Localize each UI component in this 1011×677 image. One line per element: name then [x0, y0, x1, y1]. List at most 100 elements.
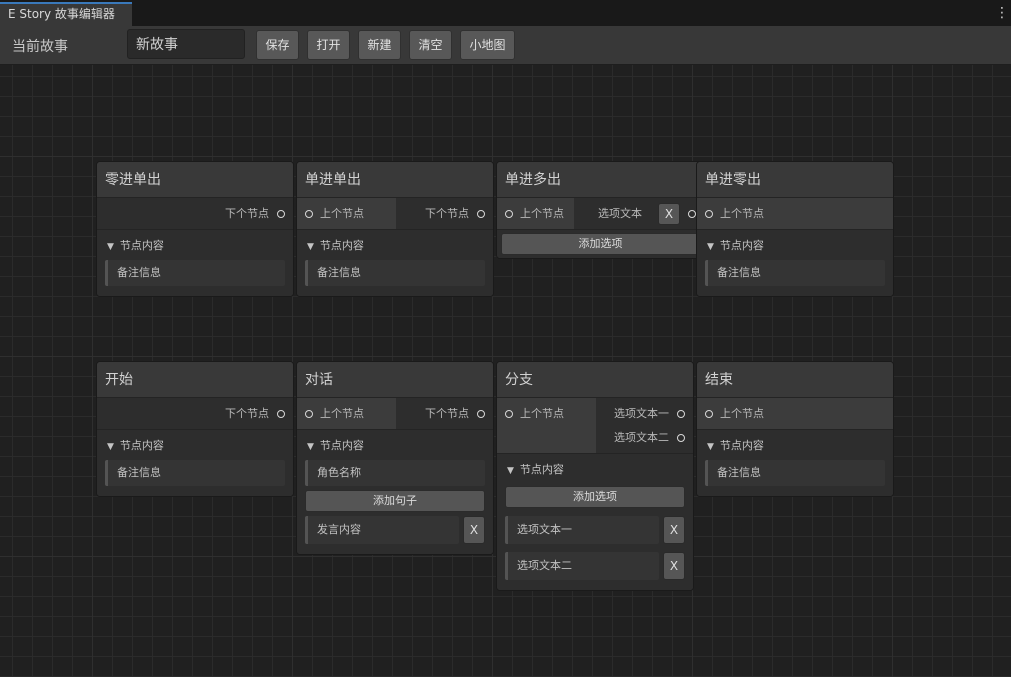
content-foldout[interactable]: ▼ 节点内容: [705, 234, 885, 258]
speech-field[interactable]: 发言内容: [305, 516, 459, 544]
node-ports: 上个节点 下个节点: [297, 198, 493, 230]
note-field[interactable]: 备注信息: [705, 460, 885, 486]
port-label: 上个节点: [320, 407, 364, 420]
triangle-down-icon: ▼: [307, 442, 314, 452]
port-circle-icon[interactable]: [305, 210, 313, 218]
port-circle-icon[interactable]: [705, 410, 713, 418]
content-foldout[interactable]: ▼ 节点内容: [705, 434, 885, 458]
node-ports: 上个节点 选项文本一 选项文本二: [497, 398, 693, 454]
port-circle-icon[interactable]: [477, 410, 485, 418]
tab-story-editor[interactable]: E Story 故事编辑器: [0, 2, 132, 26]
input-port[interactable]: 上个节点: [305, 202, 364, 226]
node-body: ▼ 节点内容 角色名称 添加句子 发言内容 X: [297, 430, 493, 554]
remove-option-button[interactable]: X: [658, 203, 680, 225]
input-port[interactable]: 上个节点: [505, 202, 564, 226]
new-button[interactable]: 新建: [358, 30, 401, 60]
port-circle-icon[interactable]: [677, 434, 685, 442]
node-ports: 上个节点: [697, 198, 893, 230]
port-circle-icon[interactable]: [277, 210, 285, 218]
node-dialogue[interactable]: 对话 上个节点 下个节点 ▼ 节点内容 角色名称 添加句子 发言内容 X: [296, 361, 494, 555]
node-single-in-single-out[interactable]: 单进单出 上个节点 下个节点 ▼ 节点内容 备注信息: [296, 161, 494, 297]
node-start[interactable]: 开始 下个节点 ▼ 节点内容 备注信息: [96, 361, 294, 497]
toolbar: 当前故事 保存 打开 新建 清空 小地图: [0, 26, 1011, 65]
minimap-button[interactable]: 小地图: [460, 30, 515, 60]
node-title: 单进单出: [297, 162, 493, 198]
node-title: 单进多出: [497, 162, 704, 198]
remove-option2-button[interactable]: X: [663, 552, 685, 580]
content-foldout[interactable]: ▼ 节点内容: [105, 434, 285, 458]
role-name-field[interactable]: 角色名称: [305, 460, 485, 486]
option2-field[interactable]: 选项文本二: [505, 552, 659, 580]
node-body: ▼ 节点内容 备注信息: [97, 230, 293, 296]
port-label: 选项文本一: [614, 407, 669, 420]
foldout-label: 节点内容: [319, 239, 364, 252]
node-branch[interactable]: 分支 上个节点 选项文本一 选项文本二 ▼ 节点内容 添加选项 选项文本一 X: [496, 361, 694, 591]
option-output-port[interactable]: 选项文本 X: [598, 202, 696, 226]
node-body: ▼ 节点内容 备注信息: [697, 430, 893, 496]
node-single-in-multi-out[interactable]: 单进多出 上个节点 选项文本 X 添加选项: [496, 161, 705, 259]
node-single-in-zero-out[interactable]: 单进零出 上个节点 ▼ 节点内容 备注信息: [696, 161, 894, 297]
remove-option1-button[interactable]: X: [663, 516, 685, 544]
triangle-down-icon: ▼: [507, 466, 514, 476]
triangle-down-icon: ▼: [307, 242, 314, 252]
port-label: 下个节点: [225, 407, 269, 420]
content-foldout[interactable]: ▼ 节点内容: [505, 458, 685, 482]
output-port-container: 下个节点: [97, 198, 293, 229]
foldout-label: 节点内容: [719, 239, 764, 252]
input-port[interactable]: 上个节点: [705, 202, 764, 226]
port-circle-icon[interactable]: [688, 210, 696, 218]
foldout-label: 节点内容: [119, 239, 164, 252]
story-name-input[interactable]: [127, 29, 245, 59]
output-port[interactable]: 下个节点: [425, 202, 485, 226]
port-label: 选项文本二: [614, 431, 669, 444]
clear-button[interactable]: 清空: [409, 30, 452, 60]
content-foldout[interactable]: ▼ 节点内容: [105, 234, 285, 258]
option2-output-port[interactable]: 选项文本二: [614, 426, 685, 450]
input-port[interactable]: 上个节点: [505, 402, 564, 426]
open-button[interactable]: 打开: [307, 30, 350, 60]
note-field[interactable]: 备注信息: [105, 260, 285, 286]
kebab-menu-icon[interactable]: ⋮: [995, 4, 1009, 22]
save-button[interactable]: 保存: [256, 30, 299, 60]
node-ports: 下个节点: [97, 398, 293, 430]
content-foldout[interactable]: ▼ 节点内容: [305, 434, 485, 458]
note-field[interactable]: 备注信息: [705, 260, 885, 286]
note-field[interactable]: 备注信息: [105, 460, 285, 486]
node-end[interactable]: 结束 上个节点 ▼ 节点内容 备注信息: [696, 361, 894, 497]
port-circle-icon[interactable]: [305, 410, 313, 418]
node-zero-in-single-out[interactable]: 零进单出 下个节点 ▼ 节点内容 备注信息: [96, 161, 294, 297]
remove-sentence-button[interactable]: X: [463, 516, 485, 544]
option1-field[interactable]: 选项文本一: [505, 516, 659, 544]
node-body: ▼ 节点内容 备注信息: [97, 430, 293, 496]
output-port-container: 下个节点: [97, 398, 293, 429]
output-port[interactable]: 下个节点: [425, 402, 485, 426]
node-body: ▼ 节点内容 备注信息: [697, 230, 893, 296]
note-field[interactable]: 备注信息: [305, 260, 485, 286]
input-port-container: 上个节点: [297, 398, 396, 429]
port-label: 上个节点: [720, 207, 764, 220]
input-port-container: 上个节点: [697, 398, 893, 429]
content-foldout[interactable]: ▼ 节点内容: [305, 234, 485, 258]
option1-output-port[interactable]: 选项文本一: [614, 402, 685, 426]
option-text-label: 选项文本: [598, 207, 642, 220]
output-port[interactable]: 下个节点: [225, 402, 285, 426]
sentence-row: 发言内容 X: [305, 516, 485, 544]
output-port[interactable]: 下个节点: [225, 202, 285, 226]
graph-canvas[interactable]: 零进单出 下个节点 ▼ 节点内容 备注信息 单进单出 上个节点 下个节点 ▼ 节…: [0, 65, 1011, 677]
input-port[interactable]: 上个节点: [705, 402, 764, 426]
input-port[interactable]: 上个节点: [305, 402, 364, 426]
foldout-label: 节点内容: [319, 439, 364, 452]
port-circle-icon[interactable]: [277, 410, 285, 418]
port-circle-icon[interactable]: [477, 210, 485, 218]
port-circle-icon[interactable]: [677, 410, 685, 418]
node-body: ▼ 节点内容 备注信息: [297, 230, 493, 296]
port-label: 下个节点: [425, 407, 469, 420]
add-option-button[interactable]: 添加选项: [501, 233, 700, 255]
add-sentence-button[interactable]: 添加句子: [305, 490, 485, 512]
option-row: 选项文本二 X: [505, 552, 685, 580]
port-circle-icon[interactable]: [505, 410, 513, 418]
port-circle-icon[interactable]: [705, 210, 713, 218]
port-circle-icon[interactable]: [505, 210, 513, 218]
add-option-button[interactable]: 添加选项: [505, 486, 685, 508]
node-ports: 上个节点: [697, 398, 893, 430]
